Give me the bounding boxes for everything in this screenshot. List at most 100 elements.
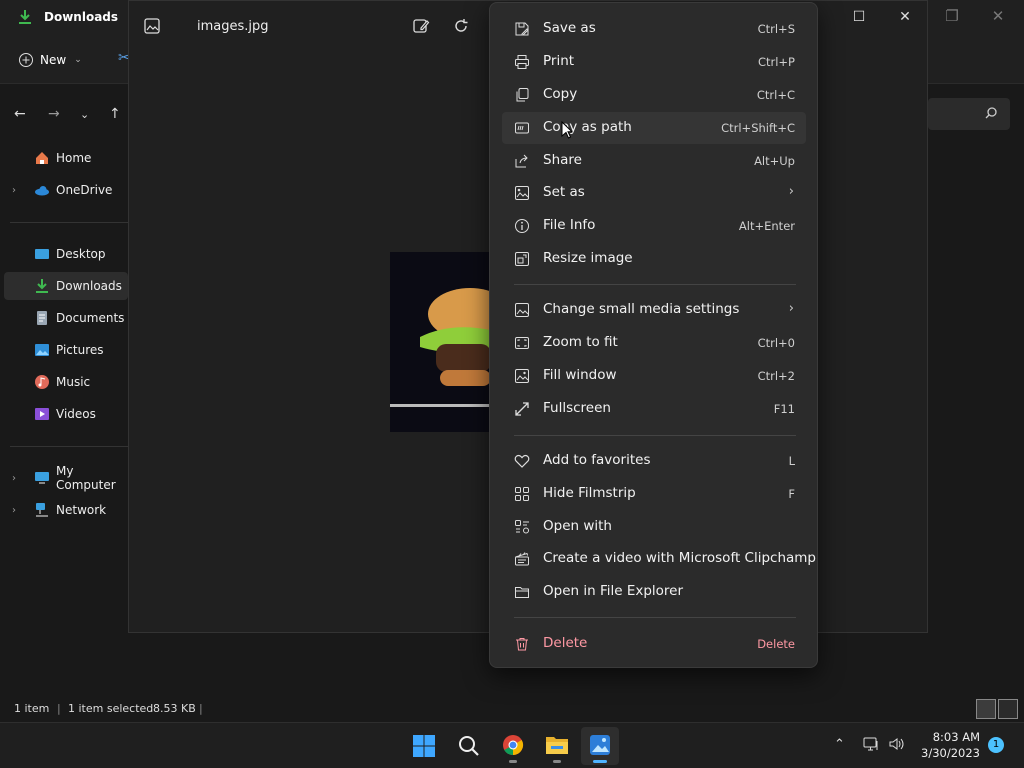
new-button-label: New [40, 53, 67, 67]
clock-date: 3/30/2023 [921, 746, 980, 760]
sidebar-item-documents[interactable]: Documents [4, 304, 128, 332]
menu-item-set-as[interactable]: Set as › [502, 177, 806, 209]
volume-icon[interactable] [888, 736, 906, 756]
sidebar-item-onedrive[interactable]: › OneDrive [4, 176, 128, 204]
tiles-view-icon[interactable] [998, 699, 1018, 719]
photos-app-icon [590, 735, 610, 755]
zoom-fit-icon [514, 335, 530, 351]
sidebar-item-my-computer[interactable]: › My Computer [4, 464, 128, 492]
menu-label: Share [543, 152, 582, 168]
chevron-right-icon[interactable]: › [12, 505, 16, 516]
search-button[interactable] [450, 727, 488, 765]
menu-divider [514, 284, 796, 285]
menu-item-share[interactable]: Share Alt+Up [502, 145, 806, 177]
maximize-icon[interactable]: ☐ [844, 9, 874, 29]
menu-item-small-media-settings[interactable]: Change small media settings › [502, 294, 806, 326]
chevron-down-icon: ⌄ [74, 55, 82, 65]
menu-shortcut: Ctrl+C [756, 88, 795, 102]
menu-label: Zoom to fit [543, 334, 618, 350]
status-bar: 1 item | 1 item selected 8.53 KB | [0, 698, 1024, 720]
menu-item-file-info[interactable]: File Info Alt+Enter [502, 210, 806, 242]
close-icon[interactable]: ✕ [890, 9, 920, 29]
taskbar-app-chrome[interactable] [494, 727, 532, 765]
taskbar-app-file-explorer[interactable] [538, 727, 576, 765]
menu-shortcut: L [788, 454, 795, 468]
menu-label: Copy [543, 86, 578, 102]
menu-shortcut: F11 [773, 402, 795, 416]
menu-item-copy[interactable]: Copy Ctrl+C [502, 79, 806, 111]
new-button[interactable]: New ⌄ [18, 49, 82, 71]
menu-item-fill-window[interactable]: Fill window Ctrl+2 [502, 360, 806, 392]
menu-label: Delete [543, 635, 588, 651]
menu-item-save-as[interactable]: Save as Ctrl+S [502, 13, 806, 45]
menu-label: Set as [543, 184, 585, 200]
menu-item-open-in-file-explorer[interactable]: Open in File Explorer [502, 576, 806, 608]
sidebar-item-pictures[interactable]: Pictures [4, 336, 128, 364]
back-arrow-icon[interactable]: ← [14, 106, 26, 122]
selection-count: 1 item selected [68, 702, 154, 715]
sidebar-label: Videos [56, 407, 96, 421]
menu-label: Save as [543, 20, 596, 36]
rotate-icon[interactable] [452, 17, 470, 38]
menu-label: Add to favorites [543, 452, 651, 468]
menu-item-zoom-to-fit[interactable]: Zoom to fit Ctrl+0 [502, 327, 806, 359]
menu-item-add-to-favorites[interactable]: Add to favorites L [502, 445, 806, 477]
forward-arrow-icon[interactable]: → [48, 106, 60, 122]
start-button[interactable] [405, 727, 443, 765]
sidebar-item-network[interactable]: › Network [4, 496, 128, 524]
menu-item-fullscreen[interactable]: Fullscreen F11 [502, 393, 806, 425]
cloud-icon [34, 182, 50, 198]
sidebar-label: Pictures [56, 343, 104, 357]
menu-shortcut: Delete [757, 637, 795, 651]
notification-badge[interactable]: 1 [988, 737, 1004, 753]
taskbar-app-photos[interactable] [581, 727, 619, 765]
chevron-right-icon: › [788, 184, 794, 199]
menu-shortcut: Ctrl+Shift+C [721, 121, 795, 135]
menu-divider [514, 435, 796, 436]
desktop-icon [34, 246, 50, 262]
info-icon [514, 218, 530, 234]
up-arrow-icon[interactable]: ↑ [109, 106, 121, 122]
mouse-cursor-icon [561, 120, 574, 142]
menu-item-create-video-clipchamp[interactable]: Create a video with Microsoft Clipchamp [502, 543, 816, 575]
details-view-icon[interactable] [976, 699, 996, 719]
menu-item-delete[interactable]: Delete Delete [502, 628, 806, 660]
download-icon [34, 278, 50, 294]
copy-path-icon [514, 120, 530, 136]
menu-item-open-with[interactable]: Open with [502, 511, 806, 543]
sidebar-item-home[interactable]: Home [4, 144, 128, 172]
sidebar-item-music[interactable]: Music [4, 368, 128, 396]
trash-icon [514, 636, 530, 652]
chevron-right-icon[interactable]: › [12, 473, 16, 484]
sidebar-label: Desktop [56, 247, 106, 261]
gallery-icon[interactable] [143, 17, 161, 38]
close-icon[interactable]: ✕ [986, 6, 1010, 30]
windows-logo-icon [413, 735, 435, 757]
sidebar-label: OneDrive [56, 183, 113, 197]
menu-shortcut: Ctrl+P [757, 55, 795, 69]
running-indicator [553, 760, 561, 763]
sidebar-divider [10, 446, 128, 447]
chevron-right-icon[interactable]: › [12, 185, 16, 196]
menu-item-resize-image[interactable]: Resize image [502, 243, 806, 275]
restore-icon[interactable]: ❐ [940, 6, 964, 30]
sidebar-item-downloads[interactable]: Downloads [4, 272, 128, 300]
network-icon[interactable] [863, 736, 881, 756]
clapperboard-icon [514, 551, 530, 567]
recent-chevron-icon[interactable]: ⌄ [80, 108, 89, 121]
edit-image-icon[interactable] [412, 17, 430, 38]
menu-label: Fullscreen [543, 400, 611, 416]
menu-item-hide-filmstrip[interactable]: Hide Filmstrip F [502, 478, 806, 510]
explorer-tab-title[interactable]: Downloads [44, 10, 118, 24]
filmstrip-icon [514, 486, 530, 502]
sidebar-item-desktop[interactable]: Desktop [4, 240, 128, 268]
menu-item-copy-as-path[interactable]: Copy as path Ctrl+Shift+C [502, 112, 806, 144]
plus-circle-icon [19, 53, 33, 67]
system-clock[interactable]: 8:03 AM 3/30/2023 [910, 729, 980, 761]
printer-icon [514, 54, 530, 70]
menu-label: Fill window [543, 367, 617, 383]
search-box[interactable] [928, 98, 1010, 130]
show-hidden-icons-icon[interactable]: ⌃ [834, 737, 845, 752]
menu-item-print[interactable]: Print Ctrl+P [502, 46, 806, 78]
sidebar-item-videos[interactable]: Videos [4, 400, 128, 428]
